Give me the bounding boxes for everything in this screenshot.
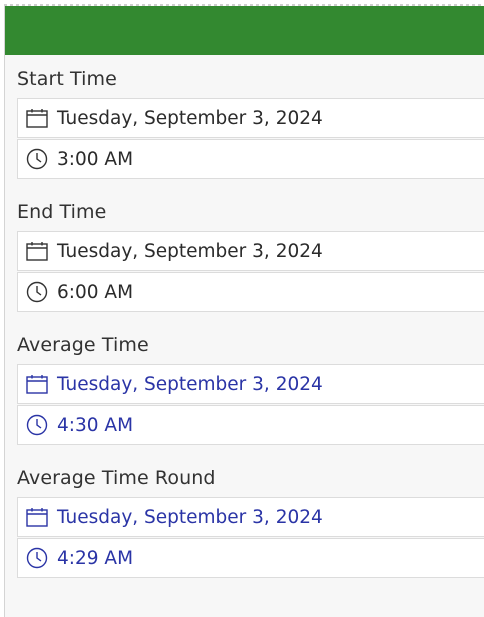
start-date-value: Tuesday, September 3, 2024 <box>57 107 323 129</box>
average-time-label: Average Time <box>17 334 149 356</box>
average-round-time-field: 4:29 AM <box>17 538 484 578</box>
average-date-value: Tuesday, September 3, 2024 <box>57 373 323 395</box>
start-date-input[interactable]: Tuesday, September 3, 2024 <box>17 98 484 138</box>
calendar-icon <box>26 240 48 262</box>
average-time-round-label: Average Time Round <box>17 467 216 489</box>
average-date-field: Tuesday, September 3, 2024 <box>17 364 484 404</box>
start-time-input[interactable]: 3:00 AM <box>17 139 484 179</box>
calendar-icon <box>26 107 48 129</box>
average-round-date-value: Tuesday, September 3, 2024 <box>57 506 323 528</box>
clock-icon <box>26 281 48 303</box>
form-header-bar <box>5 6 484 55</box>
clock-icon <box>26 148 48 170</box>
clock-icon <box>26 414 48 436</box>
end-time-value: 6:00 AM <box>57 281 134 303</box>
start-time-label: Start Time <box>17 68 117 90</box>
average-round-date-field: Tuesday, September 3, 2024 <box>17 497 484 537</box>
calendar-icon <box>26 373 48 395</box>
end-date-value: Tuesday, September 3, 2024 <box>57 240 323 262</box>
end-time-label: End Time <box>17 201 107 223</box>
calendar-icon <box>26 506 48 528</box>
end-time-input[interactable]: 6:00 AM <box>17 272 484 312</box>
start-time-value: 3:00 AM <box>57 148 134 170</box>
end-date-input[interactable]: Tuesday, September 3, 2024 <box>17 231 484 271</box>
clock-icon <box>26 547 48 569</box>
average-round-time-value: 4:29 AM <box>57 547 134 569</box>
average-time-field: 4:30 AM <box>17 405 484 445</box>
average-time-value: 4:30 AM <box>57 414 134 436</box>
